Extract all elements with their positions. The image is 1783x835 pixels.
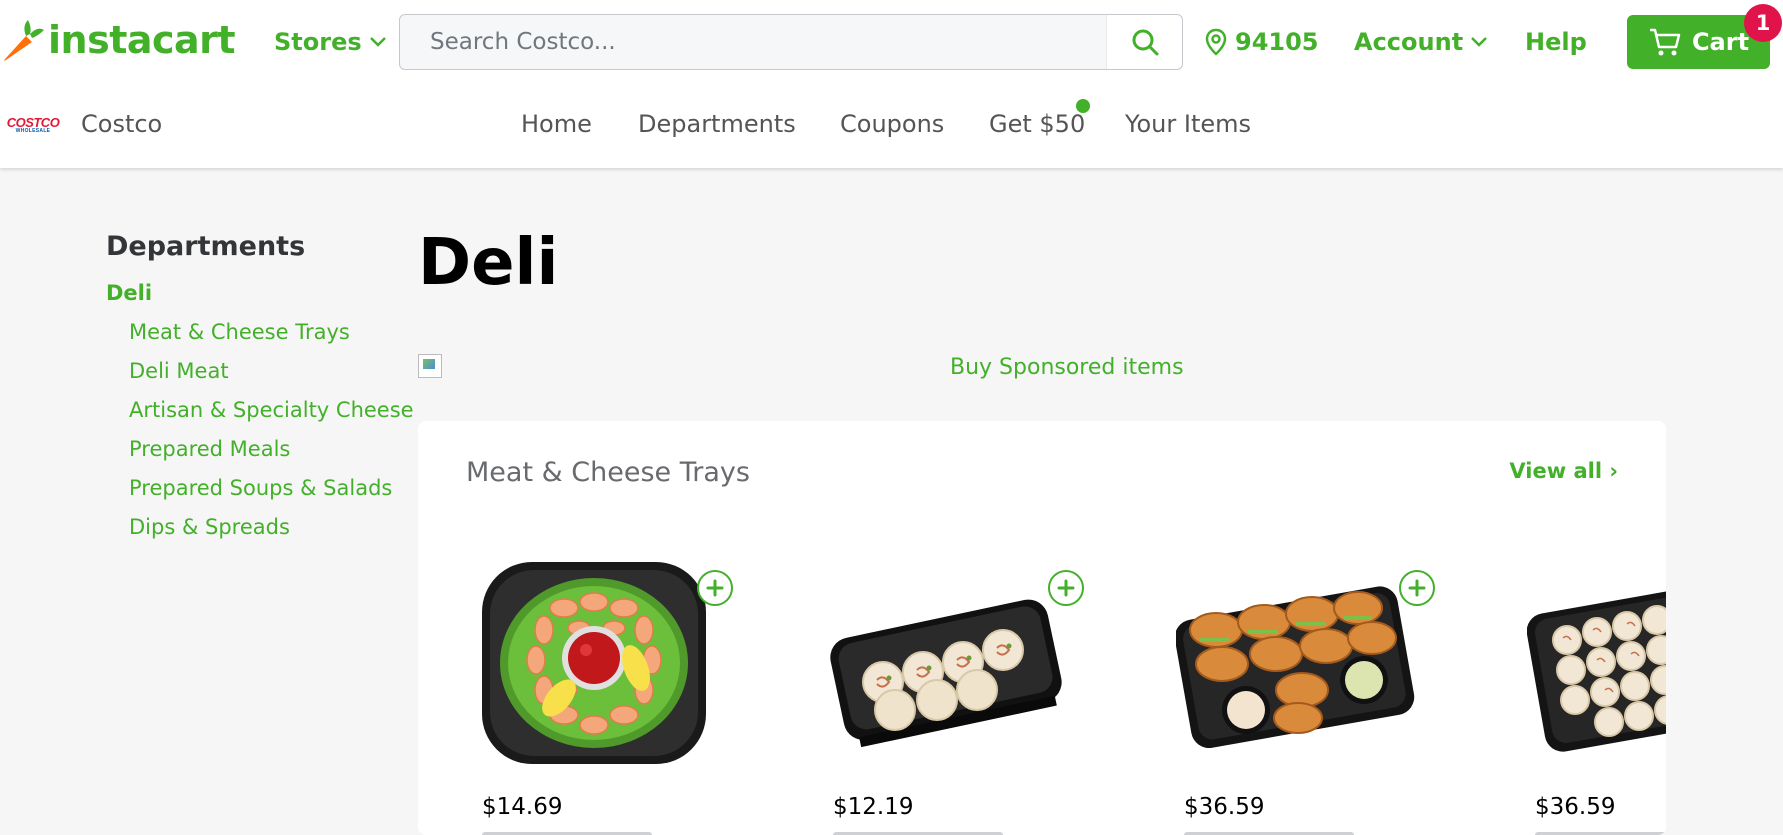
nav-coupons[interactable]: Coupons <box>840 110 944 138</box>
account-dropdown[interactable]: Account <box>1354 22 1488 62</box>
add-to-cart-button[interactable] <box>697 570 733 606</box>
product-card[interactable]: $36.59 <box>1527 540 1666 835</box>
top-header: instacart Stores 94105 Account Help <box>0 0 1783 168</box>
logo-wordmark: instacart <box>48 18 236 62</box>
stores-label: Stores <box>274 28 362 56</box>
view-all-link[interactable]: View all › <box>1509 459 1618 483</box>
cart-label: Cart <box>1691 28 1750 56</box>
chevron-down-icon <box>369 37 386 47</box>
section-title: Meat & Cheese Trays <box>466 457 750 488</box>
location-pin-icon <box>1205 28 1227 56</box>
shrimp-platter-image <box>482 562 706 764</box>
product-carousel: Meat & Cheese Trays View all › $14.69 $1… <box>418 421 1666 835</box>
croissant-sandwich-tray-image <box>1176 586 1415 749</box>
delivery-location-button[interactable]: 94105 <box>1205 22 1319 62</box>
search-button[interactable] <box>1106 15 1182 69</box>
department-deli[interactable]: Deli <box>106 281 152 305</box>
pinwheel-tray-image <box>830 599 1062 748</box>
help-link[interactable]: Help <box>1525 22 1587 62</box>
search-bar <box>399 14 1183 70</box>
department-artisan-cheese[interactable]: Artisan & Specialty Cheese <box>129 398 414 422</box>
product-price: $36.59 <box>1184 794 1265 820</box>
chevron-down-icon <box>1471 37 1488 47</box>
search-input[interactable] <box>400 15 1100 69</box>
page-title: Deli <box>418 226 559 300</box>
plus-icon <box>1057 579 1075 597</box>
product-card[interactable]: $36.59 <box>1176 540 1466 835</box>
department-prepared-meals[interactable]: Prepared Meals <box>129 437 290 461</box>
add-to-cart-button[interactable] <box>1048 570 1084 606</box>
search-icon <box>1132 29 1158 56</box>
nav-departments[interactable]: Departments <box>638 110 796 138</box>
costco-logo[interactable]: COSTCO WHOLESALE <box>6 114 60 136</box>
department-dips-spreads[interactable]: Dips & Spreads <box>129 515 290 539</box>
nav-get-50[interactable]: Get $50 <box>989 110 1085 138</box>
plus-icon <box>706 579 724 597</box>
nav-home[interactable]: Home <box>521 110 592 138</box>
product-price: $36.59 <box>1535 794 1616 820</box>
store-name[interactable]: Costco <box>81 110 162 138</box>
product-card[interactable]: $12.19 <box>825 540 1115 835</box>
account-label: Account <box>1354 28 1464 56</box>
plus-icon <box>1408 579 1426 597</box>
product-price: $12.19 <box>833 794 914 820</box>
department-soups-salads[interactable]: Prepared Soups & Salads <box>129 476 392 500</box>
cart-count-badge: 1 <box>1744 4 1782 42</box>
departments-heading: Departments <box>106 231 306 262</box>
cart-icon <box>1649 28 1681 56</box>
product-price: $14.69 <box>482 794 563 820</box>
broken-image-icon <box>418 354 442 378</box>
nav-your-items[interactable]: Your Items <box>1125 110 1251 138</box>
stores-dropdown[interactable]: Stores <box>274 22 386 62</box>
add-to-cart-button[interactable] <box>1399 570 1435 606</box>
zip-code: 94105 <box>1235 28 1319 56</box>
sponsored-items-link[interactable]: Buy Sponsored items <box>950 355 1184 380</box>
pinwheel-platter-image <box>1527 577 1666 752</box>
carrot-icon <box>4 20 44 61</box>
product-card[interactable]: $14.69 <box>474 540 764 835</box>
notification-dot <box>1076 99 1090 113</box>
department-deli-meat[interactable]: Deli Meat <box>129 359 229 383</box>
instacart-logo[interactable]: instacart <box>2 16 236 64</box>
department-meat-cheese-trays[interactable]: Meat & Cheese Trays <box>129 320 350 344</box>
costco-logo-subtext: WHOLESALE <box>15 128 51 134</box>
